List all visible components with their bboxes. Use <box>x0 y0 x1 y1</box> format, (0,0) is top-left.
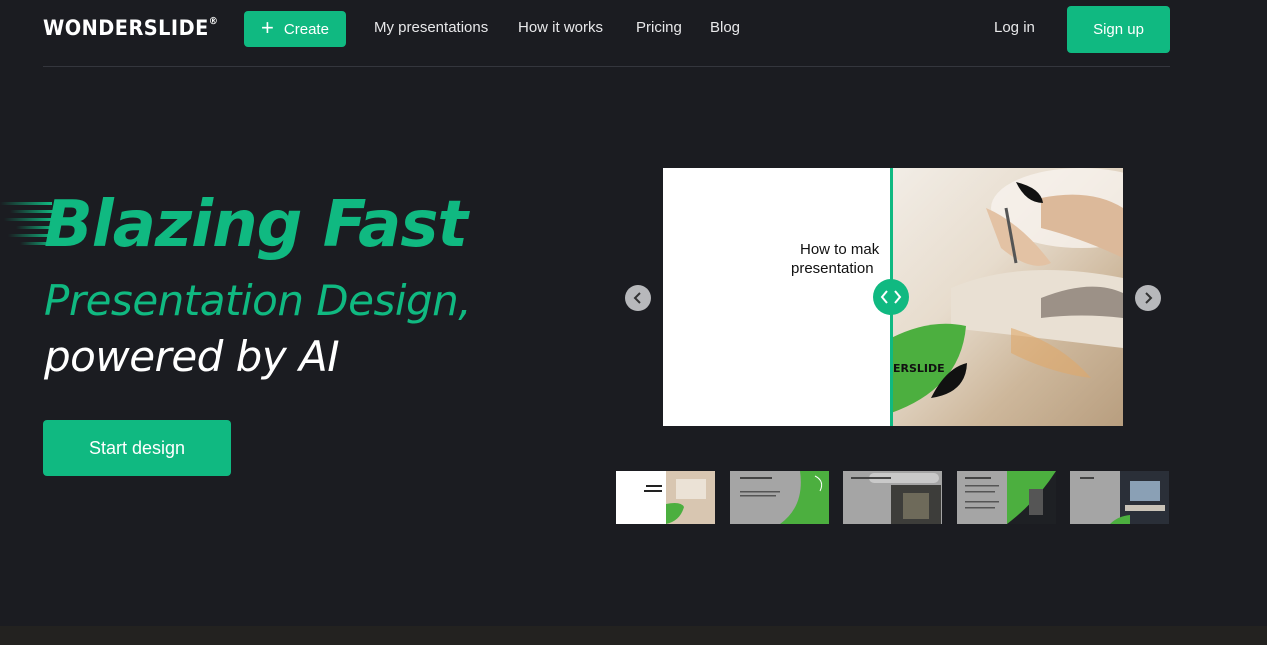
login-link[interactable]: Log in <box>994 19 1035 36</box>
nav-link-blog[interactable]: Blog <box>710 19 740 36</box>
nav-link-how-it-works[interactable]: How it works <box>518 19 603 36</box>
slide-thumbnail-5[interactable] <box>1070 471 1169 524</box>
nav-link-my-presentations[interactable]: My presentations <box>374 19 488 36</box>
slide-thumbnail-3[interactable] <box>843 471 942 524</box>
thumbnail-image <box>616 471 715 524</box>
wonderslide-logo[interactable]: WONDERSLIDE® <box>43 16 218 40</box>
chevron-right-icon <box>1145 292 1153 304</box>
plus-icon: + <box>261 15 274 40</box>
drag-arrows-icon <box>880 290 902 304</box>
signup-button[interactable]: Sign up <box>1067 6 1170 53</box>
slider-prev-button[interactable] <box>625 285 651 311</box>
thumbnail-image <box>730 471 829 524</box>
slide-thumbnail-2[interactable] <box>730 471 829 524</box>
top-navbar: WONDERSLIDE® + Create My presentations H… <box>43 0 1170 67</box>
hero-headline-tertiary: powered by AI <box>44 332 340 381</box>
slide-thumbnail-4[interactable] <box>957 471 1056 524</box>
thumbnail-image <box>1070 471 1169 524</box>
hero-headline-primary: Blazing Fast <box>44 188 468 262</box>
slide-thumbnail-1[interactable] <box>616 471 715 524</box>
comparison-drag-handle[interactable] <box>873 279 909 315</box>
slider-next-button[interactable] <box>1135 285 1161 311</box>
before-after-slide-preview[interactable]: How to mak presentation ERSLIDE <box>663 168 1123 426</box>
chevron-left-icon <box>633 292 641 304</box>
slide-after-pane: ERSLIDE <box>891 168 1123 426</box>
nav-link-pricing[interactable]: Pricing <box>636 19 682 36</box>
next-section-edge <box>0 626 1267 645</box>
svg-text:ERSLIDE: ERSLIDE <box>893 362 945 375</box>
thumbnail-image <box>843 471 942 524</box>
create-button-label: Create <box>283 20 329 38</box>
slide-title: How to mak presentation <box>791 241 880 277</box>
slide-before-pane: How to mak presentation <box>663 168 891 426</box>
start-design-button[interactable]: Start design <box>43 420 231 476</box>
thumbnail-image <box>957 471 1056 524</box>
designed-slide-illustration: ERSLIDE <box>891 168 1123 413</box>
hero-headline-secondary: Presentation Design, <box>44 276 472 325</box>
create-button[interactable]: + Create <box>244 11 346 47</box>
